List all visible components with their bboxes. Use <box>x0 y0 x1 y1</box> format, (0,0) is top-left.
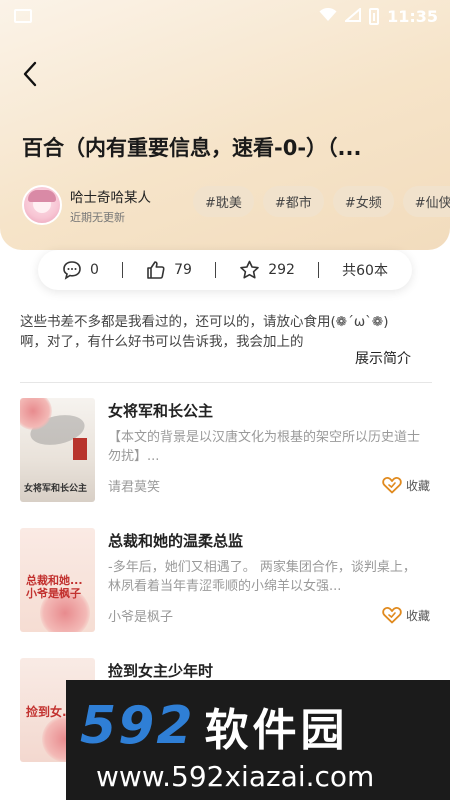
watermark-brand: 软件园 <box>204 705 349 756</box>
book-author[interactable]: 小爷是枫子 <box>108 606 173 625</box>
like-count: 79 <box>174 262 192 278</box>
tag-chip[interactable]: #都市 <box>262 186 324 217</box>
description-line: 这些书差不多都是我看过的，还可以的，请放心食用(❁´ω`❁) <box>20 314 389 330</box>
cover-title-text: 总裁和她... 小爷是枫子 <box>26 574 83 600</box>
book-title[interactable]: 总裁和她的温柔总监 <box>108 530 243 551</box>
status-right: 11:35 <box>319 6 438 26</box>
book-author[interactable]: 请君莫笑 <box>108 476 160 495</box>
status-time: 11:35 <box>387 6 438 26</box>
author-name[interactable]: 哈士奇哈某人 <box>70 186 151 206</box>
book-title[interactable]: 捡到女主少年时 <box>108 660 213 681</box>
book-item[interactable]: 女将军和长公主 女将军和长公主 【本文的背景是以汉唐文化为根基的架空所以历史道士… <box>20 398 432 504</box>
cover-title-text: 女将军和长公主 <box>24 484 88 494</box>
star-stat[interactable]: 292 <box>239 260 295 280</box>
back-button[interactable] <box>16 60 44 88</box>
favorite-label: 收藏 <box>405 608 430 623</box>
heart-icon <box>382 607 402 624</box>
book-total: 共60本 <box>342 263 388 279</box>
like-stat[interactable]: 79 <box>146 260 192 280</box>
heart-icon <box>382 477 402 494</box>
battery-icon <box>369 7 380 25</box>
author-info: 哈士奇哈某人 近期无更新 <box>70 186 151 225</box>
cover-seal <box>73 438 87 460</box>
tag-chip[interactable]: #女频 <box>332 186 394 217</box>
watermark-logo: 592 软件园 <box>80 694 349 758</box>
book-description: -多年后，她们又相遇了。 两家集团合作，谈判桌上，林夙看着当年青涩乖顺的小绵羊以… <box>108 560 416 594</box>
status-bar: 11:35 <box>0 0 450 32</box>
watermark-banner: 592 软件园 www.592xiazai.com <box>66 680 450 800</box>
tag-list: #耽美 #都市 #女频 #仙侠 <box>193 186 450 217</box>
comment-count: 0 <box>90 262 99 278</box>
watermark-url: www.592xiazai.com <box>96 760 375 793</box>
favorite-button[interactable]: 收藏 <box>382 476 430 494</box>
star-count: 292 <box>268 262 295 278</box>
gallery-notification-icon <box>14 9 32 23</box>
watermark-number: 592 <box>80 696 195 756</box>
chevron-left-icon <box>23 61 37 87</box>
avatar[interactable] <box>22 185 62 225</box>
favorite-button[interactable]: 收藏 <box>382 606 430 624</box>
star-icon <box>240 260 259 279</box>
booklist-description: 这些书差不多都是我看过的，还可以的，请放心食用(❁´ω`❁) 啊，对了，有什么好… <box>20 312 435 352</box>
section-divider <box>20 382 432 383</box>
tag-chip[interactable]: #耽美 <box>193 186 254 217</box>
book-cover[interactable]: 总裁和她... 小爷是枫子 <box>20 528 95 632</box>
wifi-icon <box>319 7 337 25</box>
stats-card: 0 79 292 共60本 <box>38 250 412 290</box>
stat-divider <box>215 262 217 278</box>
author-row[interactable]: 哈士奇哈某人 近期无更新 <box>22 185 151 225</box>
total-stat: 共60本 <box>342 260 388 280</box>
book-cover[interactable]: 女将军和长公主 <box>20 398 95 502</box>
comment-icon <box>63 261 81 280</box>
book-description: 【本文的背景是以汉唐文化为根基的架空所以历史道士勿扰】... <box>108 430 421 464</box>
book-item[interactable]: 总裁和她... 小爷是枫子 总裁和她的温柔总监 -多年后，她们又相遇了。 两家集… <box>20 528 432 634</box>
comment-stat[interactable]: 0 <box>62 260 99 280</box>
booklist-title: 百合（内有重要信息，速看-0-）（... <box>22 136 362 160</box>
favorite-label: 收藏 <box>405 478 430 493</box>
stat-divider <box>318 262 320 278</box>
stat-divider <box>122 262 124 278</box>
thumbs-up-icon <box>147 261 165 279</box>
expand-intro-button[interactable]: 展示简介 <box>355 348 411 368</box>
signal-icon <box>343 6 362 25</box>
tag-chip[interactable]: #仙侠 <box>402 186 450 217</box>
book-title[interactable]: 女将军和长公主 <box>108 400 213 421</box>
update-status: 近期无更新 <box>70 210 125 224</box>
